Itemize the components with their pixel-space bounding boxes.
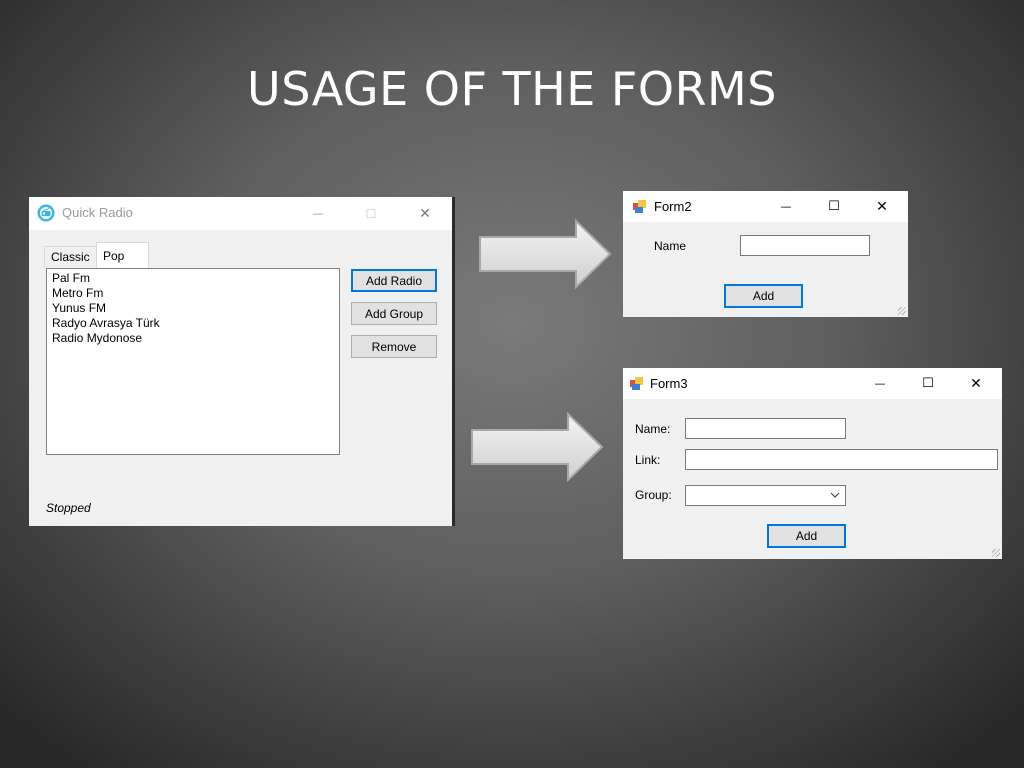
radio-app-icon — [37, 204, 55, 222]
list-item[interactable]: Radio Mydonose — [52, 331, 334, 346]
minimize-button[interactable]: — — [295, 197, 341, 230]
quick-radio-window: Quick Radio — ☐ ✕ Classic Pop Pal Fm Met… — [29, 197, 455, 526]
tab-pop[interactable]: Pop — [96, 242, 149, 268]
remove-button[interactable]: Remove — [351, 335, 437, 358]
window-title: Quick Radio — [62, 205, 133, 220]
station-listbox[interactable]: Pal Fm Metro Fm Yunus FM Radyo Avrasya T… — [46, 268, 340, 455]
close-button[interactable]: ✕ — [953, 368, 999, 399]
form-app-icon — [629, 375, 645, 391]
link-label: Link: — [635, 453, 661, 467]
form-app-icon — [632, 198, 648, 214]
arrow-right-icon — [471, 412, 604, 482]
add-button[interactable]: Add — [724, 284, 803, 308]
form2-window: Form2 — ☐ ✕ Name Add — [623, 191, 908, 317]
resize-grip[interactable] — [898, 307, 906, 315]
chevron-down-icon — [830, 492, 840, 498]
add-button[interactable]: Add — [767, 524, 846, 548]
form2-titlebar[interactable]: Form2 — ☐ ✕ — [623, 191, 908, 222]
close-button[interactable]: ✕ — [402, 197, 448, 230]
resize-grip[interactable] — [992, 549, 1000, 557]
minimize-button[interactable]: — — [857, 368, 903, 399]
slide-title: USAGE OF THE FORMS — [247, 62, 777, 116]
maximize-button[interactable]: ☐ — [905, 368, 951, 399]
minimize-button[interactable]: — — [763, 191, 809, 222]
link-input[interactable] — [685, 449, 998, 470]
form3-titlebar[interactable]: Form3 — ☐ ✕ — [623, 368, 1002, 399]
list-item[interactable]: Yunus FM — [52, 301, 334, 316]
maximize-button[interactable]: ☐ — [811, 191, 857, 222]
add-group-button[interactable]: Add Group — [351, 302, 437, 325]
tab-classic[interactable]: Classic — [44, 246, 97, 267]
name-input[interactable] — [685, 418, 846, 439]
list-item[interactable]: Radyo Avrasya Türk — [52, 316, 334, 331]
maximize-button[interactable]: ☐ — [348, 197, 394, 230]
window-title: Form2 — [654, 199, 692, 214]
list-item[interactable]: Metro Fm — [52, 286, 334, 301]
group-combobox[interactable] — [685, 485, 846, 506]
close-button[interactable]: ✕ — [859, 191, 905, 222]
list-item[interactable]: Pal Fm — [52, 271, 334, 286]
name-input[interactable] — [740, 235, 870, 256]
status-label: Stopped — [46, 501, 91, 515]
group-label: Group: — [635, 488, 672, 502]
form3-window: Form3 — ☐ ✕ Name: Link: Group: Add — [623, 368, 1002, 559]
name-label: Name: — [635, 422, 671, 436]
quick-radio-titlebar[interactable]: Quick Radio — ☐ ✕ — [29, 197, 452, 230]
arrow-right-icon — [479, 219, 612, 289]
window-title: Form3 — [650, 376, 688, 391]
name-label: Name — [654, 239, 687, 253]
add-radio-button[interactable]: Add Radio — [351, 269, 437, 292]
